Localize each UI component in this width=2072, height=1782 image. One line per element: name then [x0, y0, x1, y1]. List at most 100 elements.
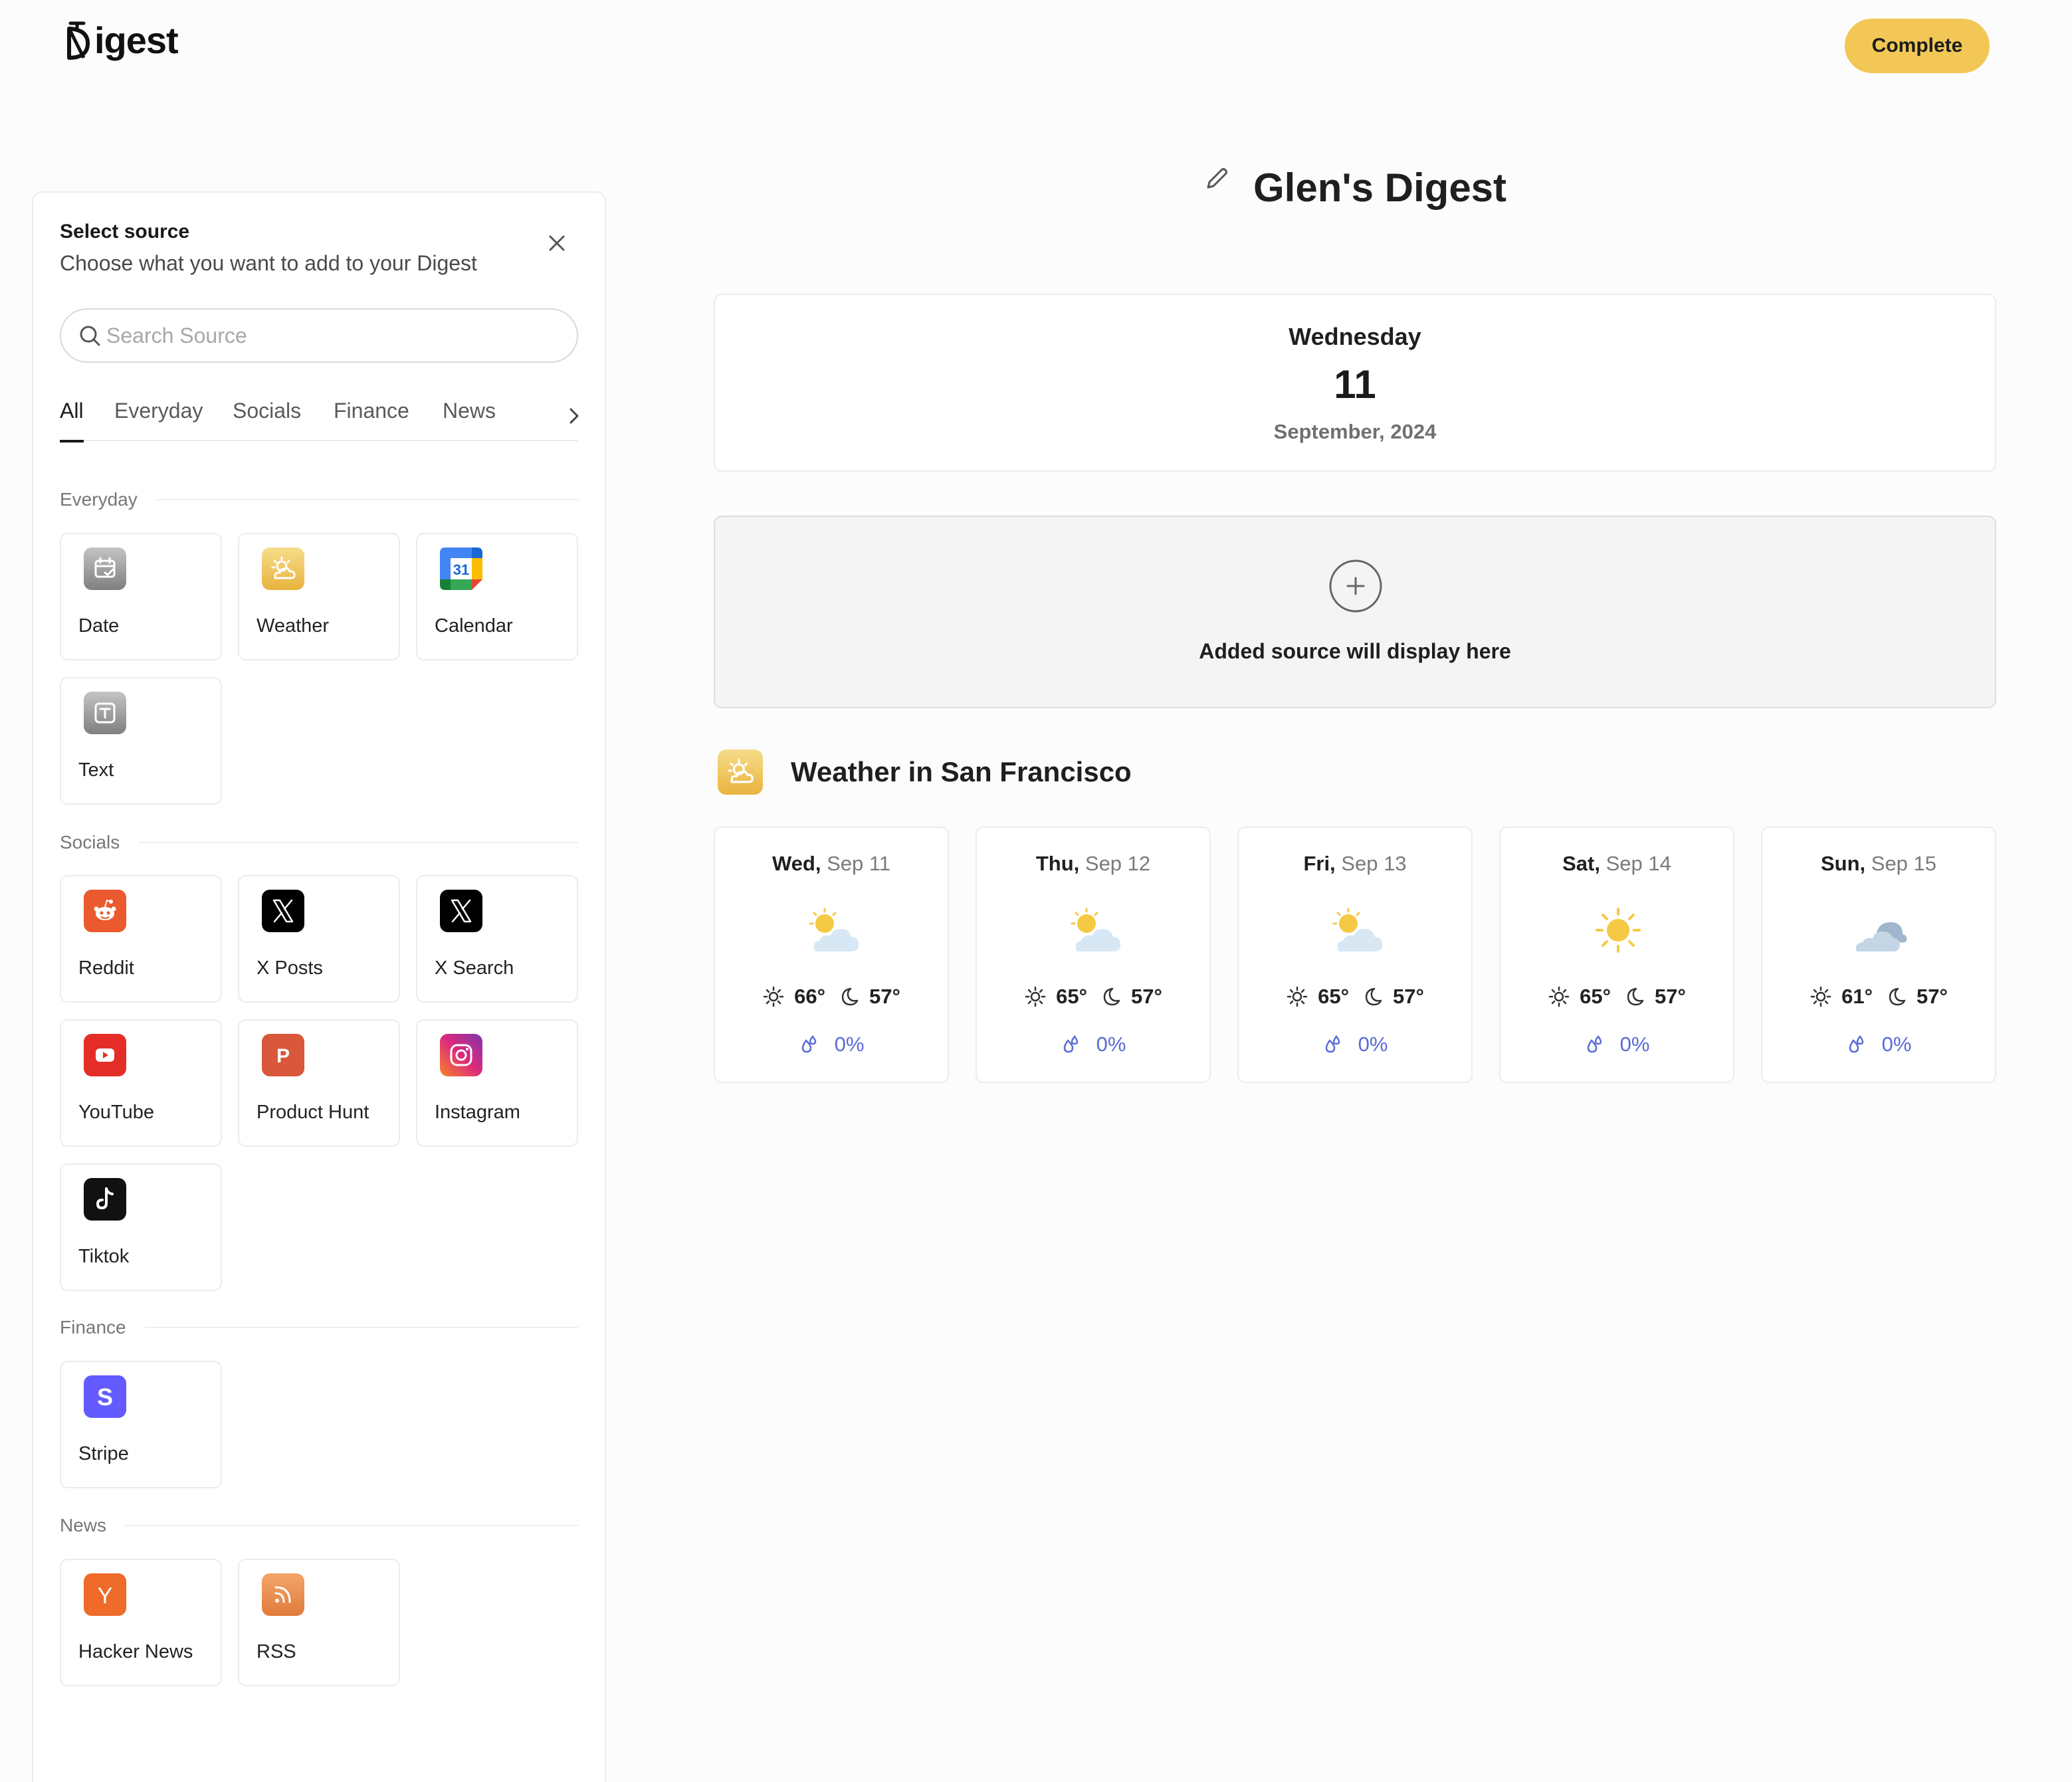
weather-day-dow: Sat,: [1562, 852, 1600, 875]
sun-icon: [1287, 986, 1308, 1007]
source-card-stripe[interactable]: S Stripe: [60, 1361, 222, 1488]
sun-icon: [763, 986, 784, 1007]
source-card-weather[interactable]: Weather: [238, 533, 400, 660]
chevron-right-icon[interactable]: [565, 407, 583, 425]
source-label: YouTube: [78, 1102, 154, 1123]
plus-circle-icon[interactable]: [1328, 558, 1384, 614]
source-card-x-posts[interactable]: X Posts: [238, 875, 400, 1003]
weather-precip-value: 0%: [1619, 1033, 1650, 1056]
weather-day-card: Sat, Sep 14 65° 57° 0%: [1499, 827, 1734, 1083]
source-label: Date: [78, 615, 120, 637]
droplets-icon: [1063, 1035, 1078, 1053]
search-source-field[interactable]: [60, 308, 578, 363]
panel-subtitle: Choose what you want to add to your Dige…: [60, 251, 477, 275]
weather-low: 57°: [1393, 985, 1424, 1008]
tab-all[interactable]: All: [60, 399, 84, 443]
source-card-hacker-news[interactable]: Y Hacker News: [60, 1559, 222, 1686]
date-widget: Wednesday 11 September, 2024: [714, 294, 1996, 472]
digest-logo[interactable]: igest: [64, 19, 179, 62]
svg-text:S: S: [97, 1383, 113, 1411]
source-card-text[interactable]: Text: [60, 677, 222, 805]
weather-day-month: Sep 14: [1606, 852, 1671, 875]
source-label: Stripe: [78, 1443, 129, 1464]
droplets-icon: [801, 1035, 816, 1053]
weather-high: 65°: [1580, 985, 1611, 1008]
hacker-news-icon: Y: [84, 1573, 126, 1616]
weather-high: 61°: [1841, 985, 1873, 1008]
panel-title: Select source: [60, 221, 190, 243]
source-card-product-hunt[interactable]: P Product Hunt: [238, 1019, 400, 1147]
sun-icon: [1548, 986, 1570, 1007]
weather-low: 57°: [1655, 985, 1686, 1008]
google-calendar-icon: 31: [440, 547, 482, 590]
weather-day-dow: Wed,: [772, 852, 821, 875]
weather-temps: 65° 57°: [1501, 985, 1733, 1009]
source-card-rss[interactable]: RSS: [238, 1559, 400, 1686]
tab-news[interactable]: News: [443, 399, 496, 441]
tab-everyday[interactable]: Everyday: [114, 399, 203, 441]
sun-icon: [1810, 986, 1831, 1007]
weather-day-month: Sep 13: [1341, 852, 1407, 875]
edit-pencil-icon[interactable]: [1203, 165, 1231, 193]
tab-finance[interactable]: Finance: [334, 399, 409, 441]
close-icon[interactable]: [544, 230, 570, 256]
source-label: Calendar: [435, 615, 513, 637]
instagram-icon: [440, 1034, 482, 1076]
moon-icon: [841, 987, 859, 1006]
stripe-icon: S: [84, 1375, 126, 1418]
rss-icon: [262, 1573, 304, 1616]
moon-icon: [1103, 987, 1120, 1006]
search-input[interactable]: [106, 323, 577, 348]
svg-text:P: P: [276, 1045, 290, 1067]
logo-text: igest: [94, 19, 179, 61]
weather-precip-value: 0%: [834, 1033, 865, 1056]
category-tabs: All Everyday Socials Finance News: [60, 399, 578, 443]
source-card-x-search[interactable]: X Search: [416, 875, 578, 1003]
source-label: X Posts: [257, 957, 323, 979]
source-label: Text: [78, 759, 114, 781]
source-label: Weather: [257, 615, 330, 637]
weather-precip: 0%: [977, 1033, 1209, 1056]
source-card-tiktok[interactable]: Tiktok: [60, 1163, 222, 1291]
weather-low: 57°: [869, 985, 900, 1008]
weather-day-month: Sep 12: [1085, 852, 1151, 875]
weather-precip: 0%: [1501, 1033, 1733, 1056]
weather-day-card: Fri, Sep 13 65° 57° 0%: [1237, 827, 1473, 1083]
section-label: Everyday: [60, 489, 138, 510]
weather-low: 57°: [1131, 985, 1162, 1008]
sun-icon: [1025, 986, 1046, 1007]
placeholder-text: Added source will display here: [1199, 639, 1511, 663]
date-weekday: Wednesday: [1289, 323, 1421, 350]
weather-temps: 61° 57°: [1762, 985, 1995, 1009]
select-source-panel: Select source Choose what you want to ad…: [32, 191, 606, 1782]
weather-precip: 0%: [715, 1033, 948, 1056]
complete-button[interactable]: Complete: [1845, 19, 1990, 73]
partly-cloudy-icon: [809, 908, 859, 951]
source-card-calendar[interactable]: 31 Calendar: [416, 533, 578, 660]
source-label: RSS: [257, 1641, 296, 1662]
x-logo-icon: [262, 890, 304, 932]
droplets-icon: [1587, 1035, 1602, 1053]
search-icon: [80, 326, 100, 346]
product-hunt-icon: P: [262, 1034, 304, 1076]
section-label: Finance: [60, 1317, 126, 1337]
tab-socials[interactable]: Socials: [233, 399, 301, 441]
section-everyday: Everyday: [60, 489, 578, 510]
sunny-icon: [1596, 908, 1641, 953]
section-socials: Socials: [60, 832, 578, 853]
source-card-youtube[interactable]: YouTube: [60, 1019, 222, 1147]
cloudy-icon: [1856, 922, 1907, 951]
source-card-instagram[interactable]: Instagram: [416, 1019, 578, 1147]
source-card-date[interactable]: Date: [60, 533, 222, 660]
source-card-reddit[interactable]: Reddit: [60, 875, 222, 1003]
moon-icon: [1889, 987, 1906, 1006]
weather-day-date: Wed, Sep 11: [715, 852, 948, 876]
digest-title[interactable]: Glen's Digest: [1253, 165, 1506, 211]
weather-low: 57°: [1917, 985, 1948, 1008]
add-source-dropzone[interactable]: Added source will display here: [714, 516, 1996, 708]
weather-precip-value: 0%: [1881, 1033, 1912, 1056]
svg-text:Y: Y: [98, 1583, 113, 1609]
calendar-check-icon: [84, 547, 126, 590]
source-label: Product Hunt: [257, 1102, 369, 1123]
date-month-year: September, 2024: [1273, 420, 1437, 443]
